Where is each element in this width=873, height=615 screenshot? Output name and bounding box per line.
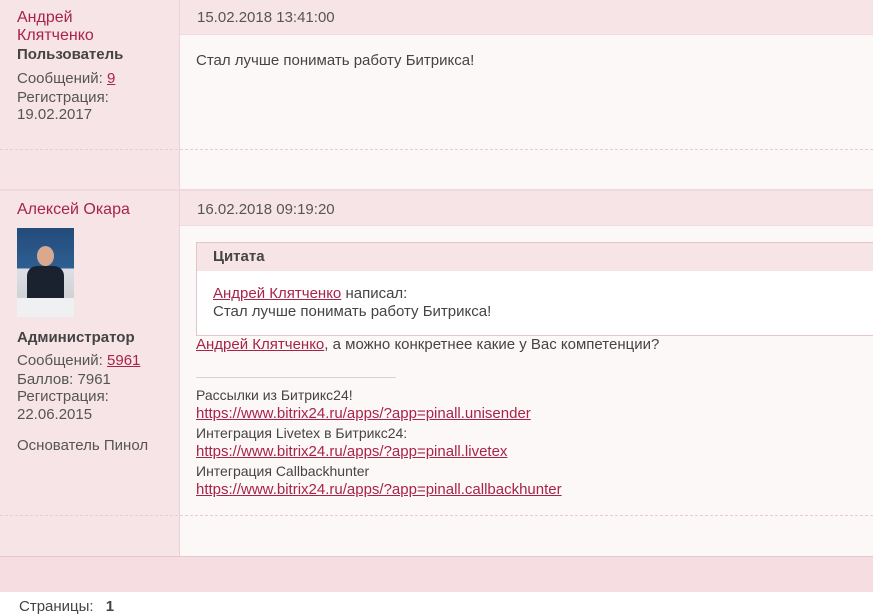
quote-title: Цитата: [197, 243, 873, 271]
post-2-role: Администратор: [17, 329, 135, 346]
forum-footer-bar: [0, 556, 873, 592]
signature-label-1: Рассылки из Битрикс24!: [196, 387, 353, 403]
avatar: [17, 228, 74, 317]
pagination-current: 1: [105, 598, 115, 615]
quote-title-text: Цитата: [213, 248, 265, 265]
signature-label-3: Интеграция Callbackhunter: [196, 463, 370, 479]
post-1-registration-label: Регистрация:: [17, 89, 109, 106]
signature-link-1[interactable]: https://www.bitrix24.ru/apps/?app=pinall…: [196, 405, 531, 423]
post-2-date: 16.02.2018 09:19:20: [197, 201, 335, 218]
post-2-messages: Сообщений: 5961: [17, 352, 140, 370]
quote-wrote: написал:: [341, 285, 408, 302]
messages-label: Сообщений:: [17, 352, 103, 369]
post-2-points: Баллов: 7961: [17, 371, 111, 388]
quote-block: Цитата Андрей Клятченко написал: Стал лу…: [196, 242, 873, 336]
messages-label: Сообщений:: [17, 70, 103, 87]
post-1-registration-date: 19.02.2017: [17, 106, 93, 123]
post-2-user-title: Основатель Пинол: [17, 437, 149, 454]
quote-author-link[interactable]: Андрей Клятченко: [213, 285, 341, 302]
post-1-messages: Сообщений: 9: [17, 70, 115, 88]
reply-text: , а можно конкретнее какие у Вас компете…: [324, 336, 660, 353]
post-1-author[interactable]: Андрей Клятченко: [17, 9, 127, 45]
post-2-author[interactable]: Алексей Окара: [17, 201, 130, 219]
signature-link-3[interactable]: https://www.bitrix24.ru/apps/?app=pinall…: [196, 481, 562, 499]
messages-count-link[interactable]: 5961: [107, 352, 140, 369]
quote-text: Стал лучше понимать работу Битрикса!: [213, 303, 492, 320]
post-1-text: Стал лучше понимать работу Битрикса!: [196, 52, 475, 69]
post-1-role: Пользователь: [17, 46, 124, 63]
signature-link-2[interactable]: https://www.bitrix24.ru/apps/?app=pinall…: [196, 443, 507, 461]
post-2-divider: [0, 515, 873, 516]
post-2-registration-date: 22.06.2015: [17, 406, 93, 423]
messages-count-link[interactable]: 9: [107, 70, 115, 87]
post-1-date: 15.02.2018 13:41:00: [197, 9, 335, 26]
post-2-reply: Андрей Клятченко, а можно конкретнее как…: [196, 336, 659, 354]
quote-header: Андрей Клятченко написал:: [213, 285, 407, 302]
signature-label-2: Интеграция Livetex в Битрикс24:: [196, 425, 408, 441]
pagination: Страницы: 1: [19, 598, 114, 615]
pagination-label: Страницы:: [19, 598, 94, 615]
signature-divider: [196, 377, 396, 378]
post-2-registration-label: Регистрация:: [17, 388, 109, 405]
reply-author-link[interactable]: Андрей Клятченко: [196, 336, 324, 353]
post-1-divider: [0, 149, 873, 150]
